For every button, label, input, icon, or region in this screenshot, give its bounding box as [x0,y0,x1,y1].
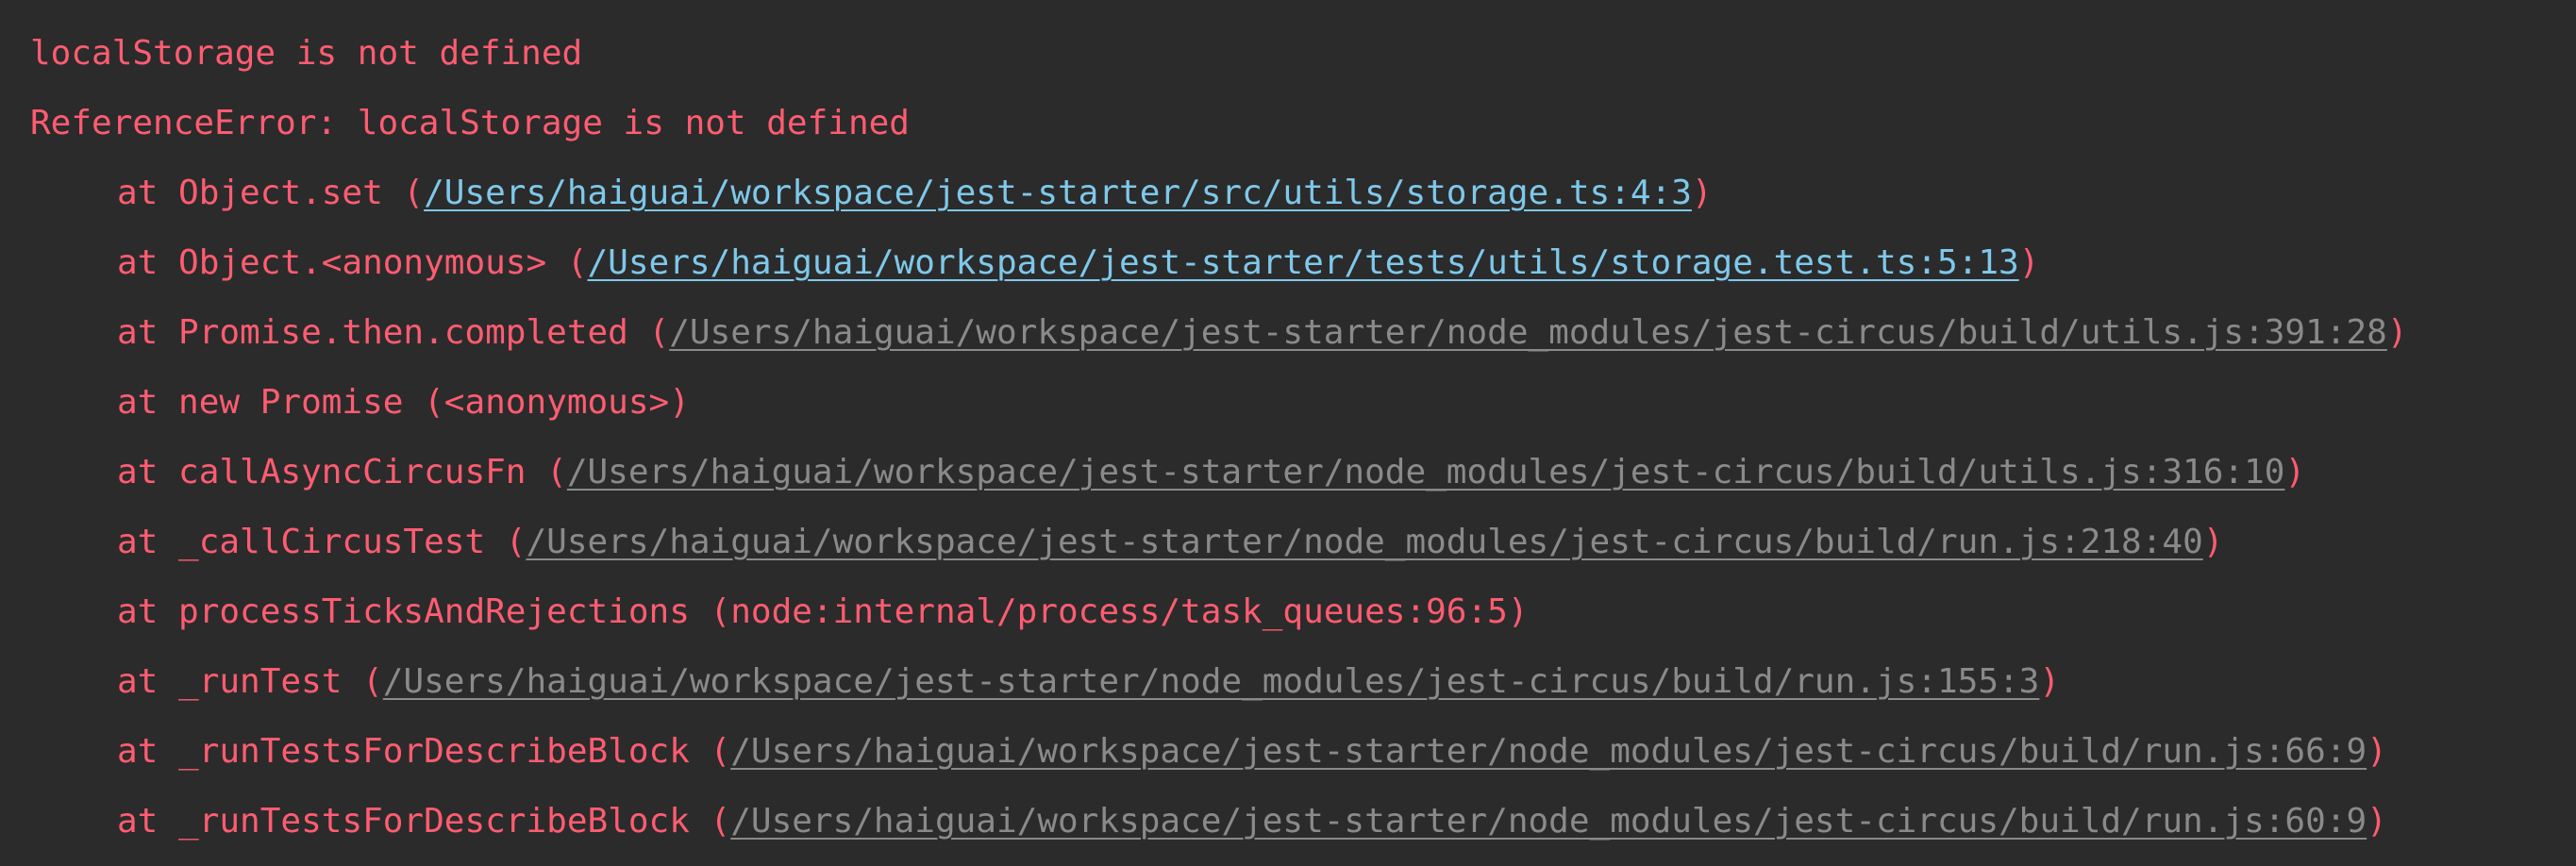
stack-frame-prefix: at Object.<anonymous> ( [117,243,588,282]
stack-frame-link[interactable]: /Users/haiguai/workspace/jest-starter/no… [730,732,2367,771]
console-output: localStorage is not defined ReferenceErr… [0,0,2576,866]
stack-frame-link[interactable]: /Users/haiguai/workspace/jest-starter/no… [526,523,2202,561]
stack-frame: at _callCircusTest (/Users/haiguai/works… [117,519,2223,566]
stack-frame: at processTicksAndRejections (node:inter… [117,589,1529,636]
stack-frame: at Promise.then.completed (/Users/haigua… [117,309,2408,357]
stack-frame-prefix: at Promise.then.completed ( [117,313,670,352]
stack-frame-prefix: at _callCircusTest ( [117,523,527,561]
stack-frame-link[interactable]: /Users/haiguai/workspace/jest-starter/sr… [424,174,1692,212]
stack-frame-prefix: at _runTest ( [117,662,383,701]
stack-frame-suffix: ) [1691,174,1713,212]
stack-frame-link[interactable]: /Users/haiguai/workspace/jest-starter/no… [669,313,2387,352]
stack-frame: at new Promise (<anonymous>) [117,379,690,426]
stack-frame-text: at new Promise (<anonymous>) [117,383,690,422]
stack-frame-suffix: ) [2039,662,2061,701]
stack-frame-link[interactable]: /Users/haiguai/workspace/jest-starter/no… [383,662,2040,701]
stack-frame-suffix: ) [2018,243,2040,282]
stack-frame: at _runTestsForDescribeBlock (/Users/hai… [117,728,2387,775]
stack-frame-suffix: ) [2367,802,2387,841]
stack-frame-link[interactable]: /Users/haiguai/workspace/jest-starter/no… [567,453,2285,491]
stack-frame: at _runTest (/Users/haiguai/workspace/je… [117,658,2060,706]
stack-frame: at _runTestsForDescribeBlock (/Users/hai… [117,798,2387,845]
stack-frame-suffix: ) [2284,453,2306,491]
stack-frame-prefix: at _runTestsForDescribeBlock ( [117,802,731,841]
stack-frame-suffix: ) [2386,313,2408,352]
stack-frame-text: at processTicksAndRejections (node:inter… [117,592,1529,631]
stack-frame: at Object.set (/Users/haiguai/workspace/… [117,170,1713,217]
stack-frame-prefix: at Object.set ( [117,174,425,212]
stack-frame-link[interactable]: /Users/haiguai/workspace/jest-starter/te… [588,243,2019,282]
stack-frame-prefix: at callAsyncCircusFn ( [117,453,567,491]
error-header: ReferenceError: localStorage is not defi… [30,104,910,142]
stack-frame: at Object.<anonymous> (/Users/haiguai/wo… [117,240,2039,287]
stack-frame-prefix: at _runTestsForDescribeBlock ( [117,732,731,771]
stack-frame-link[interactable]: /Users/haiguai/workspace/jest-starter/no… [730,802,2367,841]
stack-frame: at callAsyncCircusFn (/Users/haiguai/wor… [117,449,2305,496]
stack-frame-suffix: ) [2202,523,2224,561]
error-message: localStorage is not defined [30,34,583,73]
stack-frame-suffix: ) [2367,732,2387,771]
